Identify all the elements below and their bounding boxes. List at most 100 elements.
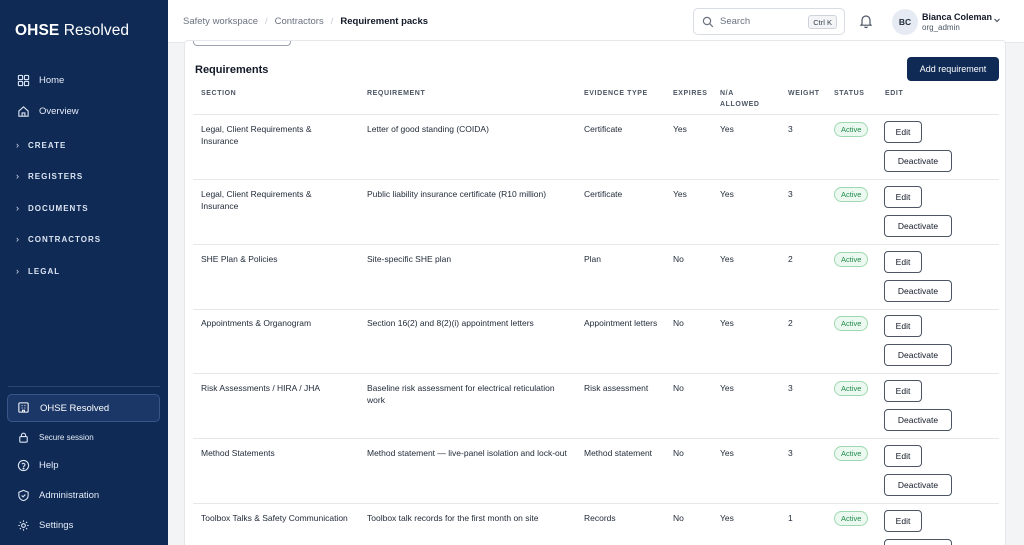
cell-section: Legal, Client Requirements & Insurance (201, 124, 312, 146)
cropped-button[interactable] (193, 41, 291, 46)
edit-button[interactable]: Edit (884, 121, 922, 143)
help-icon (16, 458, 30, 472)
deactivate-button[interactable]: Deactivate (884, 215, 952, 237)
edit-button[interactable]: Edit (884, 186, 922, 208)
cell-na-allowed: Yes (720, 513, 734, 523)
chevron-right-icon: › (16, 266, 20, 276)
edit-button[interactable]: Edit (884, 380, 922, 402)
cell-weight: 2 (788, 254, 793, 264)
sidebar-divider (8, 386, 160, 387)
add-requirement-button[interactable]: Add requirement (907, 57, 999, 81)
cell-evidence-type: Plan (584, 254, 602, 264)
sidebar-group-registers[interactable]: › REGISTERS (0, 165, 168, 187)
cell-section: Toolbox Talks & Safety Communication (201, 513, 348, 523)
deactivate-button[interactable]: Deactivate (884, 474, 952, 496)
breadcrumb-item[interactable]: Contractors (275, 16, 324, 27)
org-label: OHSE Resolved (40, 402, 110, 414)
cell-na-allowed: Yes (720, 189, 734, 199)
table-row: Method Statements Method statement — live… (193, 439, 999, 504)
deactivate-button[interactable]: Deactivate (884, 150, 952, 172)
grid-icon (16, 73, 30, 87)
breadcrumb-separator: / (264, 16, 268, 27)
cell-weight: 1 (788, 513, 793, 523)
deactivate-button[interactable]: Deactivate (884, 539, 952, 545)
shield-icon (16, 488, 30, 502)
edit-button[interactable]: Edit (884, 510, 922, 532)
table-row: Legal, Client Requirements & Insurance Pu… (193, 180, 999, 245)
deactivate-button[interactable]: Deactivate (884, 344, 952, 366)
cell-expires: No (673, 448, 684, 458)
sidebar-item-label: Settings (39, 519, 74, 531)
sidebar-item-label: Home (39, 74, 65, 86)
cell-na-allowed: Yes (720, 448, 734, 458)
deactivate-button[interactable]: Deactivate (884, 280, 952, 302)
avatar[interactable]: BC (892, 9, 918, 35)
status-badge: Active (834, 511, 869, 526)
sidebar-group-legal[interactable]: › LEGAL (0, 260, 168, 282)
chevron-right-icon: › (16, 234, 20, 244)
sidebar-item-home[interactable]: Home (0, 66, 168, 94)
sidebar-item-overview[interactable]: Overview (0, 97, 168, 125)
chevron-right-icon: › (16, 171, 20, 181)
cell-evidence-type: Certificate (584, 189, 623, 199)
status-badge: Active (834, 187, 869, 202)
status-badge: Active (834, 316, 869, 331)
column-header-expires: EXPIRES (673, 90, 708, 97)
bell-icon[interactable] (858, 13, 874, 29)
breadcrumb-item[interactable]: Safety workspace (183, 16, 258, 27)
cell-requirement: Baseline risk assessment for electrical … (367, 383, 555, 405)
cell-expires: No (673, 383, 684, 393)
table-row: Appointments & Organogram Section 16(2) a… (193, 309, 999, 374)
breadcrumb: Safety workspace / Contractors / Require… (183, 16, 428, 27)
cell-requirement: Section 16(2) and 8(2)(i) appointment le… (367, 318, 534, 328)
chevron-down-icon[interactable] (992, 15, 1002, 25)
cell-evidence-type: Method statement (584, 448, 653, 458)
column-header-requirement: REQUIREMENT (367, 90, 426, 97)
sidebar-item-settings[interactable]: Settings (0, 511, 168, 539)
breadcrumb-separator: / (330, 16, 334, 27)
cell-evidence-type: Risk assessment (584, 383, 649, 393)
column-header-na-allowed: N/A ALLOWED (720, 90, 760, 108)
column-header-evidence-type: EVIDENCE TYPE (584, 90, 648, 97)
sidebar-group-contractors[interactable]: › CONTRACTORS (0, 228, 168, 250)
deactivate-button[interactable]: Deactivate (884, 409, 952, 431)
cell-requirement: Letter of good standing (COIDA) (367, 124, 489, 134)
cell-section: Risk Assessments / HIRA / JHA (201, 383, 321, 393)
cell-expires: No (673, 254, 684, 264)
section-title: Requirements (195, 64, 269, 76)
cell-weight: 2 (788, 318, 793, 328)
cell-section: Legal, Client Requirements & Insurance (201, 189, 312, 211)
sidebar-group-create[interactable]: › CREATE (0, 134, 168, 156)
cell-requirement: Toolbox talk records for the first month… (367, 513, 539, 523)
search-icon (702, 16, 714, 27)
status-badge: Active (834, 446, 869, 461)
sidebar: OHSE Resolved Home Overview › CREATE › REG… (0, 0, 168, 545)
cell-weight: 3 (788, 124, 793, 134)
sidebar-group-documents[interactable]: › DOCUMENTS (0, 197, 168, 219)
cell-na-allowed: Yes (720, 124, 734, 134)
sidebar-item-label: Help (39, 459, 59, 471)
cell-section: Appointments & Organogram (201, 318, 312, 328)
edit-button[interactable]: Edit (884, 251, 922, 273)
user-name[interactable]: Bianca Coleman (922, 12, 992, 22)
table-row: SHE Plan & Policies Site-specific SHE pla… (193, 245, 999, 310)
sidebar-item-help[interactable]: Help (0, 451, 168, 479)
cell-na-allowed: Yes (720, 254, 734, 264)
sidebar-item-label: Overview (39, 105, 79, 117)
cell-weight: 3 (788, 383, 793, 393)
status-badge: Active (834, 122, 869, 137)
sidebar-item-administration[interactable]: Administration (0, 481, 168, 509)
search-input[interactable] (720, 16, 808, 27)
cell-expires: Yes (673, 189, 687, 199)
gear-icon (16, 518, 30, 532)
sidebar-item-label: Administration (39, 489, 100, 501)
cell-requirement: Method statement — live-panel isolation … (367, 448, 567, 458)
search-box[interactable]: Ctrl K (693, 8, 845, 35)
cell-expires: No (673, 513, 684, 523)
top-bar: Safety workspace / Contractors / Require… (168, 0, 1024, 43)
org-switcher[interactable]: OHSE Resolved (7, 394, 160, 422)
edit-button[interactable]: Edit (884, 315, 922, 337)
cell-evidence-type: Certificate (584, 124, 623, 134)
edit-button[interactable]: Edit (884, 445, 922, 467)
brand-logo[interactable]: OHSE Resolved (15, 22, 129, 40)
